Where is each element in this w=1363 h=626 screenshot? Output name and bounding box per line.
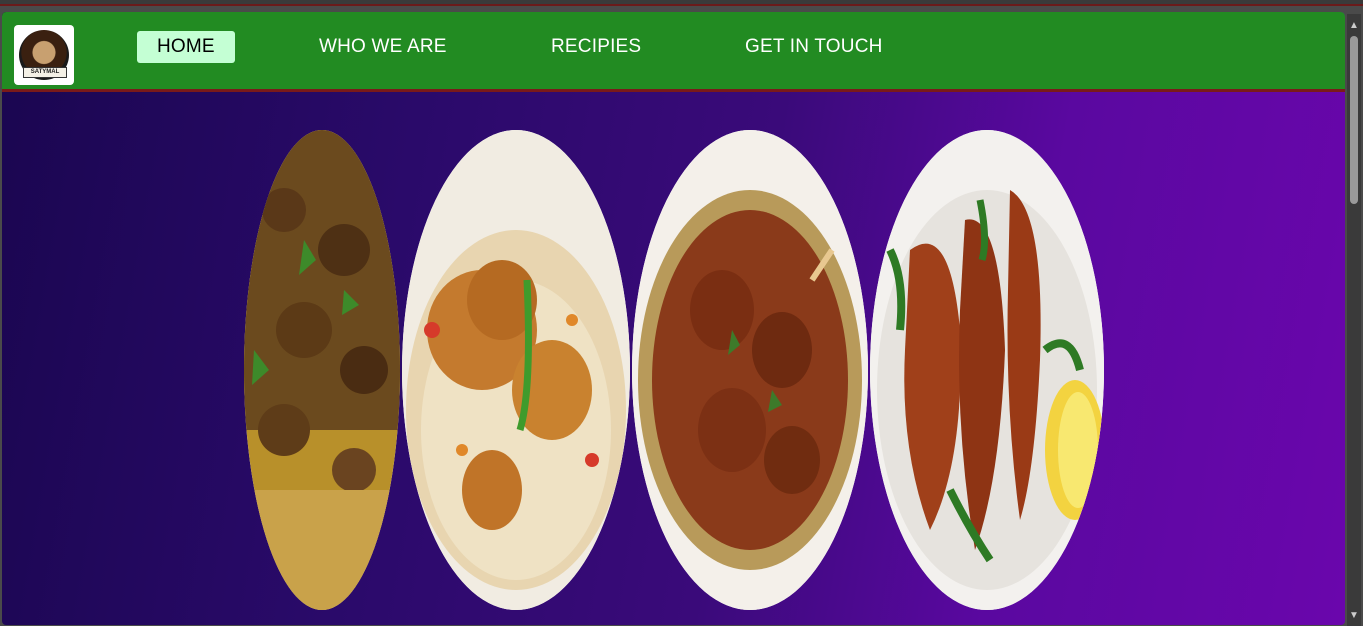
logo-emblem-icon: SATYMAL: [19, 30, 69, 80]
page-viewport: SATYMAL HOME WHO WE ARE RECIPIES GET IN …: [2, 12, 1345, 625]
scrollbar-thumb[interactable]: [1350, 36, 1358, 204]
nav-get-in-touch[interactable]: GET IN TOUCH: [745, 31, 883, 63]
mutton-biryani-image[interactable]: [244, 130, 400, 610]
nav-who-we-are[interactable]: WHO WE ARE: [319, 31, 447, 63]
mutton-curry-image[interactable]: [632, 130, 868, 610]
site-logo[interactable]: SATYMAL: [14, 25, 74, 85]
chicken-biryani-image[interactable]: [402, 130, 630, 610]
scroll-up-icon[interactable]: ▲: [1348, 20, 1360, 32]
navbar: SATYMAL HOME WHO WE ARE RECIPIES GET IN …: [2, 12, 1345, 92]
scroll-down-icon[interactable]: ▼: [1348, 610, 1360, 622]
vertical-scrollbar[interactable]: ▲ ▼: [1347, 14, 1361, 626]
nav-recipies[interactable]: RECIPIES: [551, 31, 641, 63]
nav-home[interactable]: HOME: [137, 31, 235, 63]
fish-fry-image[interactable]: [870, 130, 1104, 610]
logo-ribbon: SATYMAL: [23, 67, 67, 78]
browser-frame: SATYMAL HOME WHO WE ARE RECIPIES GET IN …: [0, 4, 1363, 626]
